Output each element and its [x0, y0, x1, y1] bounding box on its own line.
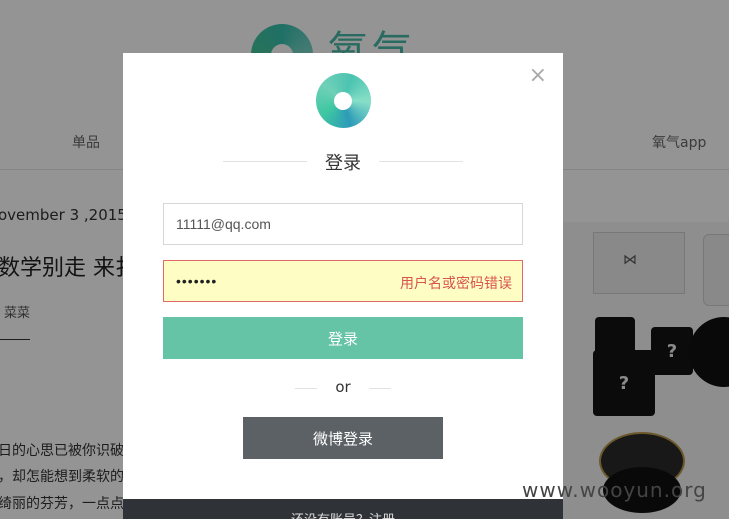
error-message: 用户名或密码错误: [400, 276, 512, 292]
or-text: or: [335, 378, 351, 396]
or-separator: or: [293, 378, 393, 398]
register-link[interactable]: 还没有账号？注册: [123, 509, 563, 519]
weibo-login-button[interactable]: 微博登录: [243, 417, 443, 459]
password-field-wrapper: 用户名或密码错误: [163, 260, 523, 302]
watermark: www.wooyun.org: [522, 478, 707, 502]
modal-logo-icon: [316, 73, 371, 128]
email-field[interactable]: [163, 203, 523, 245]
divider: [369, 388, 391, 389]
close-icon[interactable]: ×: [529, 65, 547, 87]
modal-footer: 还没有账号？注册: [123, 499, 563, 519]
login-modal: × 登录 用户名或密码错误 登录 or 微博登录 还没有账号？注册: [123, 53, 563, 519]
modal-title: 登录: [325, 153, 361, 174]
login-button[interactable]: 登录: [163, 317, 523, 359]
password-field[interactable]: [164, 261, 384, 301]
modal-title-row: 登录: [223, 149, 463, 174]
divider: [379, 161, 463, 162]
